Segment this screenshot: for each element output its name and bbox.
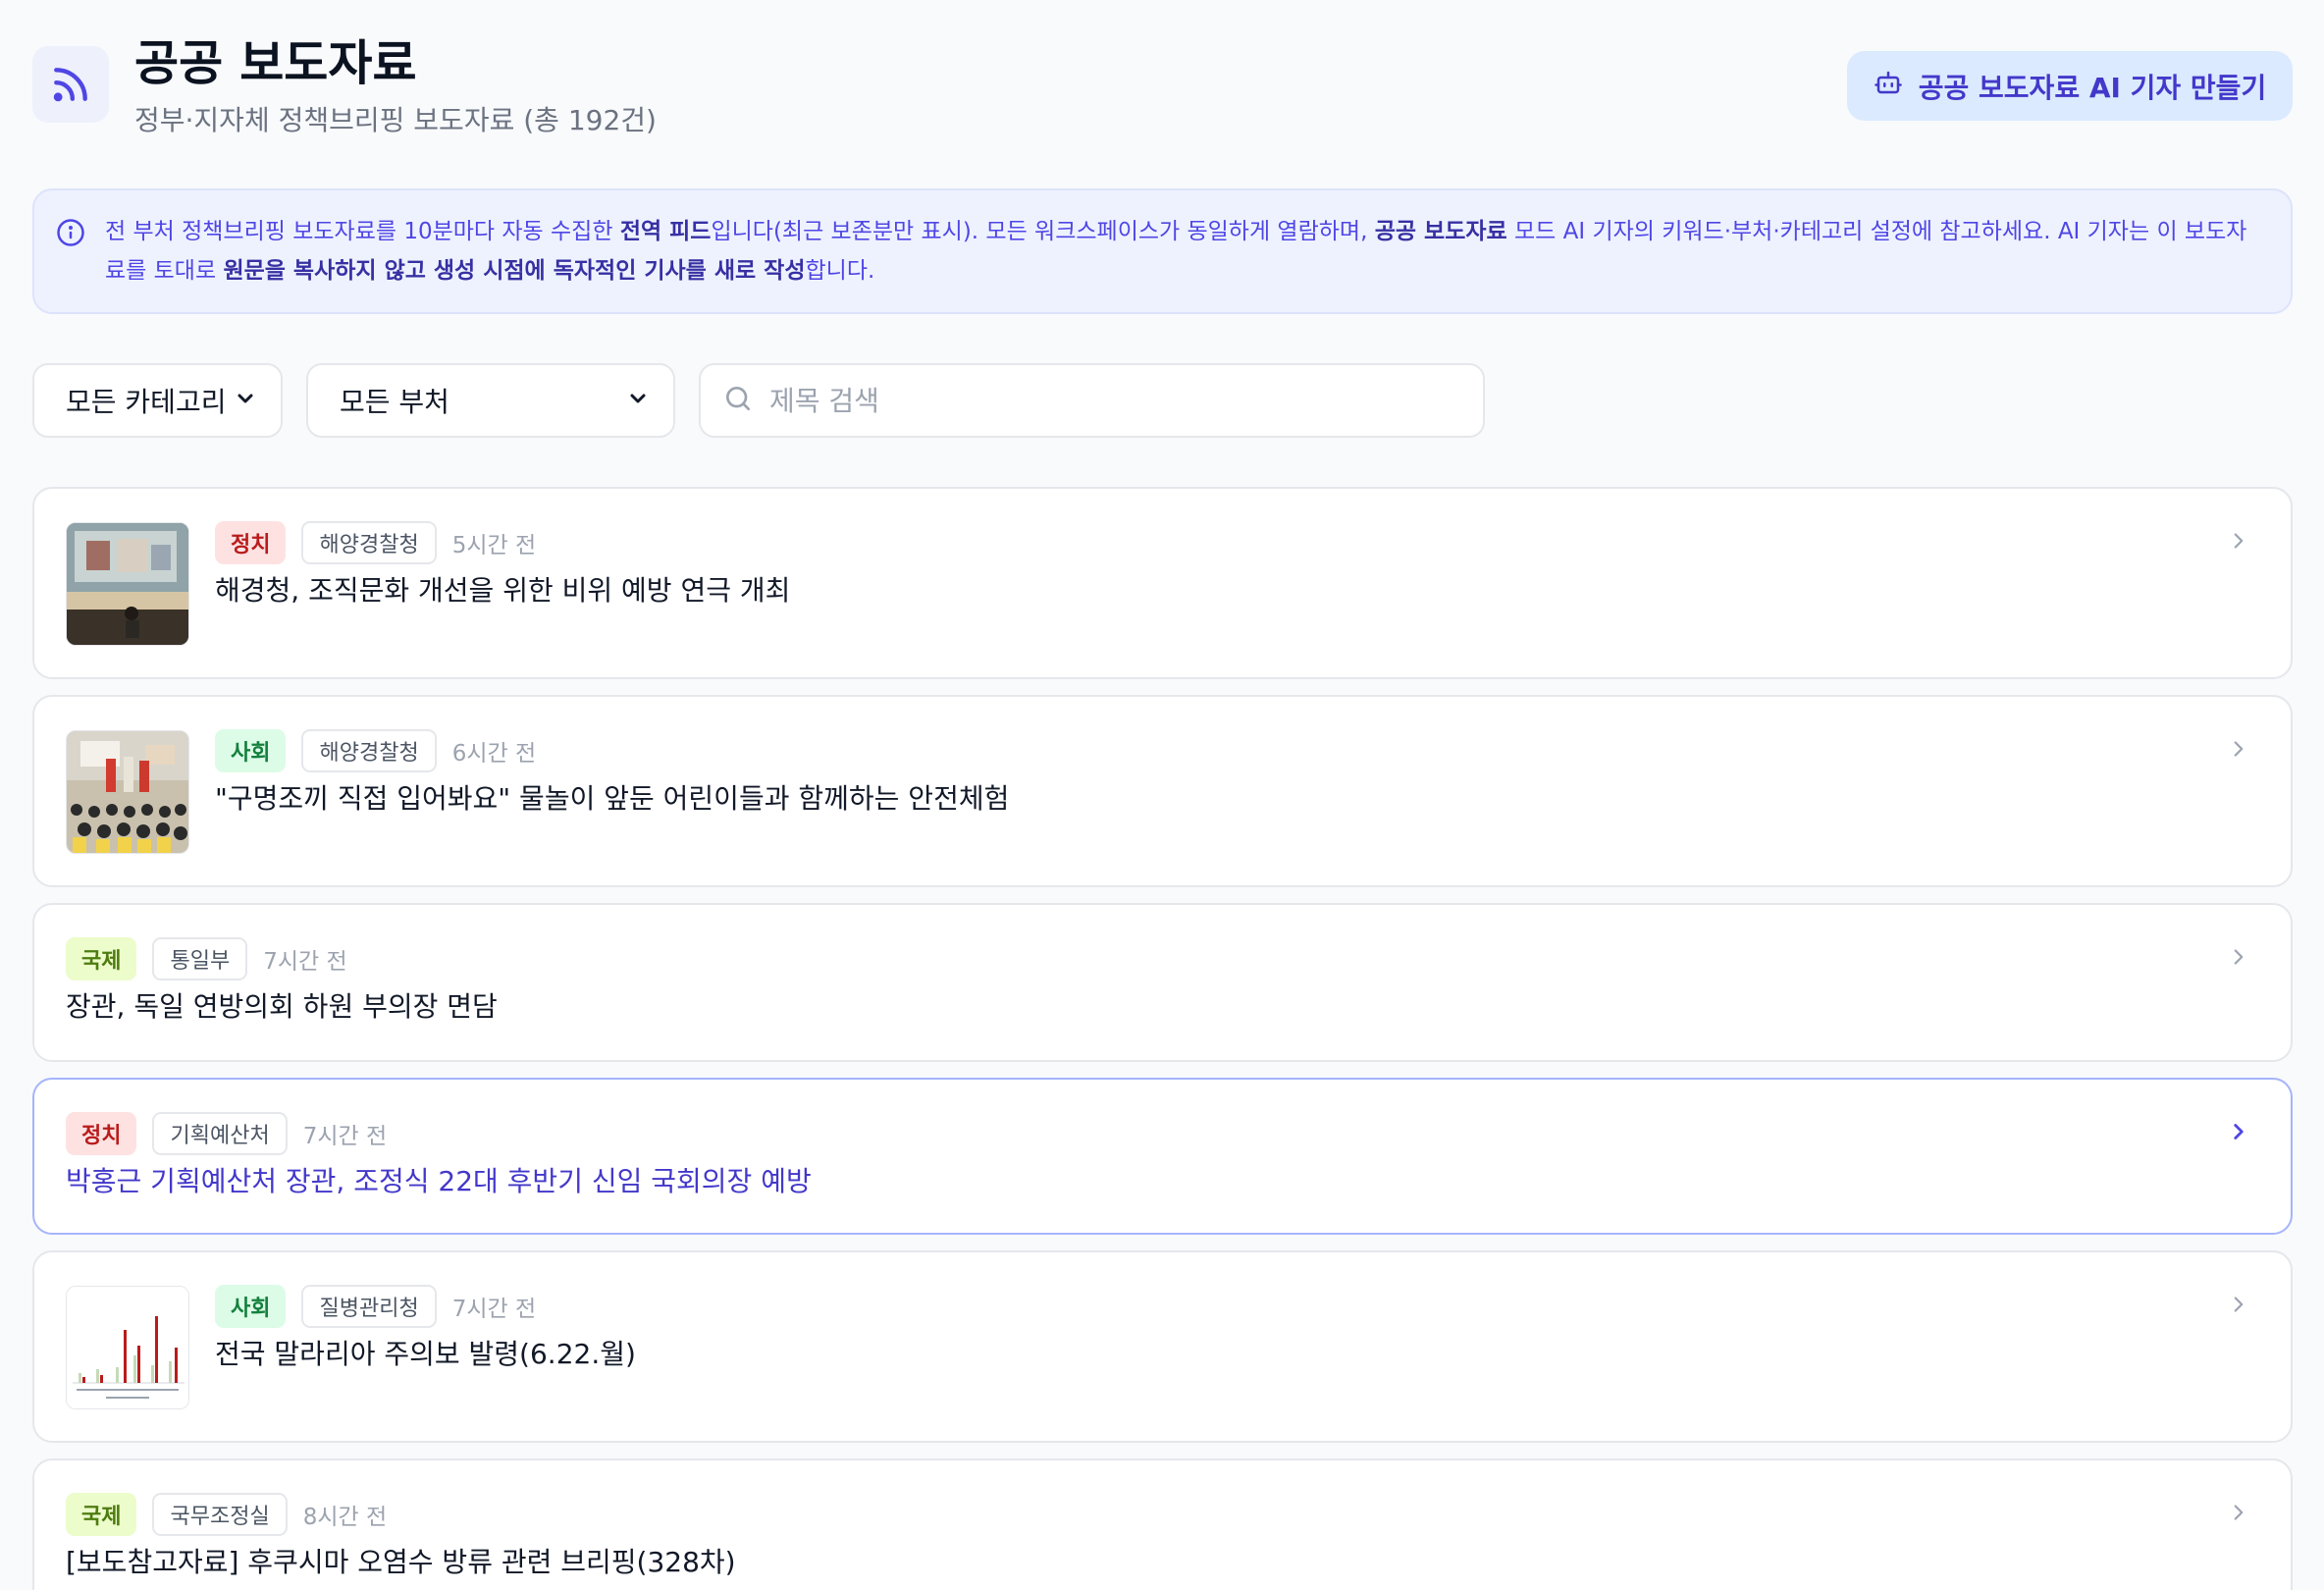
- chevron-right-icon: [2226, 528, 2251, 557]
- notice-text: 전 부처 정책브리핑 보도자료를 10분마다 자동 수집한 전역 피드입니다(최…: [105, 219, 2247, 284]
- rss-icon: [32, 46, 109, 123]
- item-meta: 정치 기획예산처 7시간 전: [66, 1112, 387, 1155]
- item-meta: 사회 질병관리청 7시간 전: [215, 1285, 536, 1328]
- item-meta: 정치 해양경찰청 5시간 전: [215, 521, 536, 564]
- category-select[interactable]: 모든 카테고리: [32, 363, 283, 438]
- chevron-right-icon: [2226, 1500, 2251, 1529]
- press-release-item[interactable]: 사회 질병관리청 7시간 전 전국 말라리아 주의보 발령(6.22.월): [32, 1250, 2293, 1443]
- timestamp: 7시간 전: [451, 1297, 537, 1322]
- category-badge: 사회: [215, 729, 287, 772]
- category-badge: 국제: [66, 937, 137, 980]
- timestamp: 7시간 전: [263, 949, 347, 975]
- item-title: 박홍근 기획예산처 장관, 조정식 22대 후반기 신임 국회의장 예방: [66, 1165, 812, 1197]
- thumbnail-image: [66, 1286, 189, 1409]
- page-title: 공공 보도자료: [134, 35, 417, 91]
- press-release-item[interactable]: 국제 통일부 7시간 전 장관, 독일 연방의회 하원 부의장 면담: [32, 903, 2293, 1062]
- search-icon: [722, 383, 754, 418]
- chevron-right-icon: [2226, 736, 2251, 766]
- ministry-badge: 국무조정실: [152, 1493, 288, 1536]
- item-meta: 사회 해양경찰청 6시간 전: [215, 729, 536, 772]
- timestamp: 6시간 전: [451, 741, 537, 767]
- press-release-item[interactable]: 국제 국무조정실 8시간 전 [보도참고자료] 후쿠시마 오염수 방류 관련 브…: [32, 1458, 2293, 1590]
- info-notice: 전 부처 정책브리핑 보도자료를 10분마다 자동 수집한 전역 피드입니다(최…: [32, 188, 2293, 314]
- item-title: "구명조끼 직접 입어봐요" 물놀이 앞둔 어린이들과 함께하는 안전체험: [215, 782, 1010, 815]
- thumbnail-image: [66, 522, 189, 646]
- ministry-badge: 질병관리청: [301, 1285, 437, 1328]
- chevron-right-icon: [2226, 1292, 2251, 1321]
- ministry-badge: 통일부: [152, 937, 248, 980]
- title-search-box[interactable]: [699, 363, 1485, 438]
- chevron-right-icon: [2226, 944, 2251, 974]
- category-select-value: 모든 카테고리: [66, 386, 227, 418]
- item-title: 해경청, 조직문화 개선을 위한 비위 예방 연극 개최: [215, 574, 791, 607]
- create-ai-reporter-button[interactable]: 공공 보도자료 AI 기자 만들기: [1847, 51, 2293, 121]
- category-badge: 정치: [215, 521, 287, 564]
- item-title: 장관, 독일 연방의회 하원 부의장 면담: [66, 990, 498, 1023]
- filter-bar: 모든 카테고리 모든 부처: [32, 363, 2293, 440]
- category-badge: 국제: [66, 1493, 137, 1536]
- ministry-badge: 해양경찰청: [301, 521, 437, 564]
- title-search-input[interactable]: [767, 383, 1483, 418]
- press-release-page: 공공 보도자료 정부·지자체 정책브리핑 보도자료 (총 192건) 공공 보도…: [32, 0, 2293, 1590]
- chevron-right-icon: [2226, 1119, 2251, 1148]
- thumbnail-image: [66, 730, 189, 854]
- robot-icon: [1874, 68, 1903, 104]
- press-release-item[interactable]: 정치 해양경찰청 5시간 전 해경청, 조직문화 개선을 위한 비위 예방 연극…: [32, 487, 2293, 679]
- ministry-badge: 기획예산처: [152, 1112, 288, 1155]
- page-header: 공공 보도자료 정부·지자체 정책브리핑 보도자료 (총 192건) 공공 보도…: [32, 0, 2293, 167]
- info-icon: [56, 218, 85, 260]
- page-subtitle: 정부·지자체 정책브리핑 보도자료 (총 192건): [134, 104, 657, 136]
- item-meta: 국제 국무조정실 8시간 전: [66, 1493, 387, 1536]
- chevron-down-icon: [626, 385, 650, 417]
- press-release-item[interactable]: 정치 기획예산처 7시간 전 박홍근 기획예산처 장관, 조정식 22대 후반기…: [32, 1078, 2293, 1235]
- create-ai-reporter-label: 공공 보도자료 AI 기자 만들기: [1918, 71, 2267, 104]
- timestamp: 7시간 전: [302, 1124, 388, 1149]
- category-badge: 정치: [66, 1112, 137, 1155]
- press-release-item[interactable]: 사회 해양경찰청 6시간 전 "구명조끼 직접 입어봐요" 물놀이 앞둔 어린이…: [32, 695, 2293, 887]
- chevron-down-icon: [234, 385, 257, 417]
- item-title: 전국 말라리아 주의보 발령(6.22.월): [215, 1338, 636, 1370]
- category-badge: 사회: [215, 1285, 287, 1328]
- timestamp: 8시간 전: [302, 1505, 388, 1530]
- item-meta: 국제 통일부 7시간 전: [66, 937, 347, 980]
- ministry-select[interactable]: 모든 부처: [306, 363, 675, 438]
- ministry-select-value: 모든 부처: [340, 386, 449, 418]
- ministry-badge: 해양경찰청: [301, 729, 437, 772]
- item-title: [보도참고자료] 후쿠시마 오염수 방류 관련 브리핑(328차): [66, 1546, 736, 1578]
- timestamp: 5시간 전: [451, 533, 537, 558]
